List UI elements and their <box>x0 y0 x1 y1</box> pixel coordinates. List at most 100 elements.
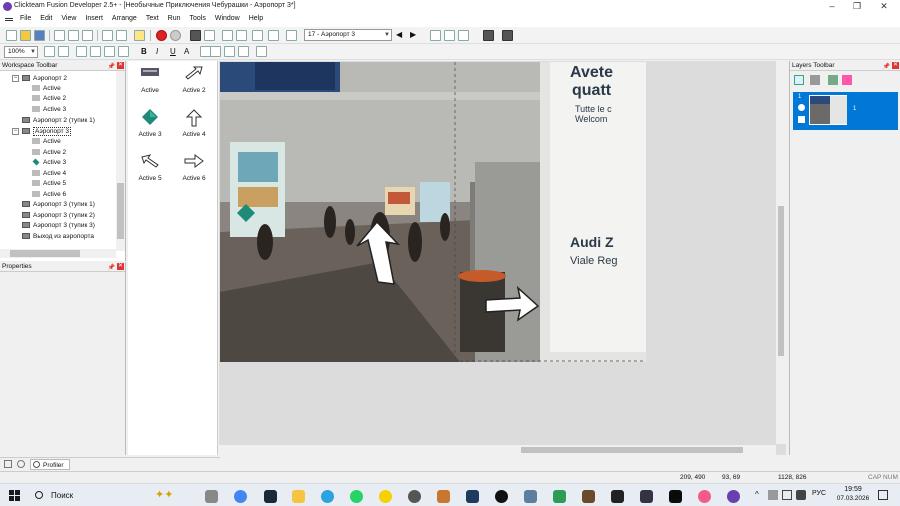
tree-item-selected[interactable]: − Аэропорт 3 <box>12 127 72 137</box>
layer-row-selected[interactable]: 1 1 <box>793 92 898 130</box>
align-center-icon[interactable] <box>224 46 235 57</box>
tree-item[interactable]: Active <box>32 137 61 147</box>
layer-icon[interactable] <box>458 30 469 41</box>
pin-icon[interactable]: 📌 <box>108 263 115 273</box>
menu-edit[interactable]: Edit <box>40 15 52 22</box>
tree-item[interactable]: − Аэропорт 2 <box>12 74 67 84</box>
frame-select[interactable]: 17 - Аэропорт 3 ▼ <box>304 29 392 41</box>
save-icon[interactable] <box>34 30 45 41</box>
app-icon-6[interactable] <box>553 490 566 503</box>
close-button[interactable]: ✕ <box>877 1 891 12</box>
app-icon-7[interactable] <box>611 490 624 503</box>
search-icon[interactable] <box>17 460 25 468</box>
tree-item[interactable]: Active 3 <box>32 105 66 115</box>
fit-frame-icon[interactable] <box>256 46 267 57</box>
tree-item[interactable]: Active 6 <box>32 190 66 200</box>
delete-layer-icon[interactable] <box>810 75 820 85</box>
whatsapp-icon[interactable] <box>350 490 363 503</box>
data-elements-icon[interactable] <box>286 30 297 41</box>
object-active[interactable]: Active <box>130 65 170 95</box>
help-icon[interactable] <box>134 30 145 41</box>
layout-icon[interactable] <box>222 30 233 41</box>
redo-icon[interactable] <box>116 30 127 41</box>
grid-toggle-icon[interactable] <box>76 46 87 57</box>
menu-insert[interactable]: Insert <box>85 15 103 22</box>
menu-help[interactable]: Help <box>249 15 263 22</box>
underline-icon[interactable]: U <box>170 47 176 56</box>
frame-editor-icon[interactable] <box>204 30 215 41</box>
film-icon[interactable] <box>502 30 513 41</box>
app-icon-4[interactable] <box>495 490 508 503</box>
volume-icon[interactable] <box>796 490 806 500</box>
clock-date[interactable]: 07.03.2026 <box>834 495 872 502</box>
frame-vscrollbar[interactable] <box>776 61 786 444</box>
tree-item[interactable]: Выход из аэропорта <box>22 232 94 242</box>
workspace-hscrollbar[interactable] <box>0 249 116 258</box>
hamburger-icon[interactable] <box>5 18 13 21</box>
stop-icon[interactable] <box>170 30 181 41</box>
object-active-6[interactable]: Active 6 <box>174 153 214 183</box>
tree-item[interactable]: Аэропорт 2 (тупик 1) <box>22 116 95 126</box>
tree-item[interactable]: Active 4 <box>32 169 66 179</box>
clock-time[interactable]: 19:59 <box>838 486 868 493</box>
menu-text[interactable]: Text <box>146 15 159 22</box>
hand-icon[interactable] <box>44 46 55 57</box>
next-frame-icon[interactable]: ▶ <box>410 30 416 39</box>
file-explorer-icon[interactable] <box>292 490 305 503</box>
undo-icon[interactable] <box>102 30 113 41</box>
network-icon[interactable] <box>782 490 792 500</box>
distribute-icon[interactable] <box>444 30 455 41</box>
tree-item[interactable]: Аэропорт 3 (тупик 2) <box>22 211 95 221</box>
app-icon-8[interactable] <box>640 490 653 503</box>
windows-start-icon[interactable] <box>9 490 20 501</box>
frame-hscrollbar[interactable] <box>219 445 776 455</box>
pin-icon[interactable]: 📌 <box>883 62 890 72</box>
paste-icon[interactable] <box>82 30 93 41</box>
new-file-icon[interactable] <box>6 30 17 41</box>
restore-button[interactable]: ❐ <box>850 1 864 12</box>
tree-item[interactable]: Аэропорт 3 (тупик 3) <box>22 221 95 231</box>
grid-icon[interactable] <box>236 30 247 41</box>
object-active-4[interactable]: Active 4 <box>174 109 214 139</box>
tree-item[interactable]: Active 2 <box>32 148 66 158</box>
menu-file[interactable]: File <box>20 15 31 22</box>
tray-icon-1[interactable] <box>768 490 778 500</box>
app-icon-9[interactable] <box>669 490 682 503</box>
tree-item[interactable]: Active 2 <box>32 94 66 104</box>
lock-icon[interactable] <box>798 116 805 123</box>
app-icon-5[interactable] <box>524 490 537 503</box>
yandex-icon[interactable] <box>379 490 392 503</box>
minimize-button[interactable]: – <box>825 1 839 12</box>
storyboard-icon[interactable] <box>190 30 201 41</box>
event-list-icon[interactable] <box>252 30 263 41</box>
library-icon[interactable] <box>4 460 12 468</box>
clickteam-icon[interactable] <box>727 490 740 503</box>
tree-item[interactable]: Аэропорт 3 (тупик 1) <box>22 200 95 210</box>
tree-item[interactable]: Active 5 <box>32 179 66 189</box>
app-icon-3[interactable] <box>466 490 479 503</box>
view-icon[interactable] <box>118 46 129 57</box>
taskbar-search[interactable]: Поиск ✦✦ <box>27 487 187 504</box>
snap-icon[interactable] <box>90 46 101 57</box>
object-active-3[interactable]: Active 3 <box>130 109 170 139</box>
record-icon[interactable] <box>156 30 167 41</box>
ruler-icon[interactable] <box>104 46 115 57</box>
text-color-icon[interactable]: A <box>184 47 189 56</box>
layer-effects-icon[interactable] <box>842 75 852 85</box>
cut-icon[interactable] <box>54 30 65 41</box>
menu-arrange[interactable]: Arrange <box>112 15 137 22</box>
close-panel-icon[interactable]: ✕ <box>117 62 124 69</box>
open-folder-icon[interactable] <box>20 30 31 41</box>
close-panel-icon[interactable]: ✕ <box>892 62 899 69</box>
chevron-up-icon[interactable]: ^ <box>755 490 759 499</box>
close-panel-icon[interactable]: ✕ <box>117 263 124 270</box>
menu-view[interactable]: View <box>61 15 76 22</box>
app-icon-10[interactable] <box>698 490 711 503</box>
chrome-icon[interactable] <box>234 490 247 503</box>
language-indicator[interactable]: РУС <box>812 490 826 497</box>
app-icon-2[interactable] <box>437 490 450 503</box>
stop-run-icon[interactable] <box>483 30 494 41</box>
align-left-icon[interactable] <box>210 46 221 57</box>
tree-item[interactable]: Active 3 <box>32 158 66 168</box>
menu-run[interactable]: Run <box>168 15 181 22</box>
